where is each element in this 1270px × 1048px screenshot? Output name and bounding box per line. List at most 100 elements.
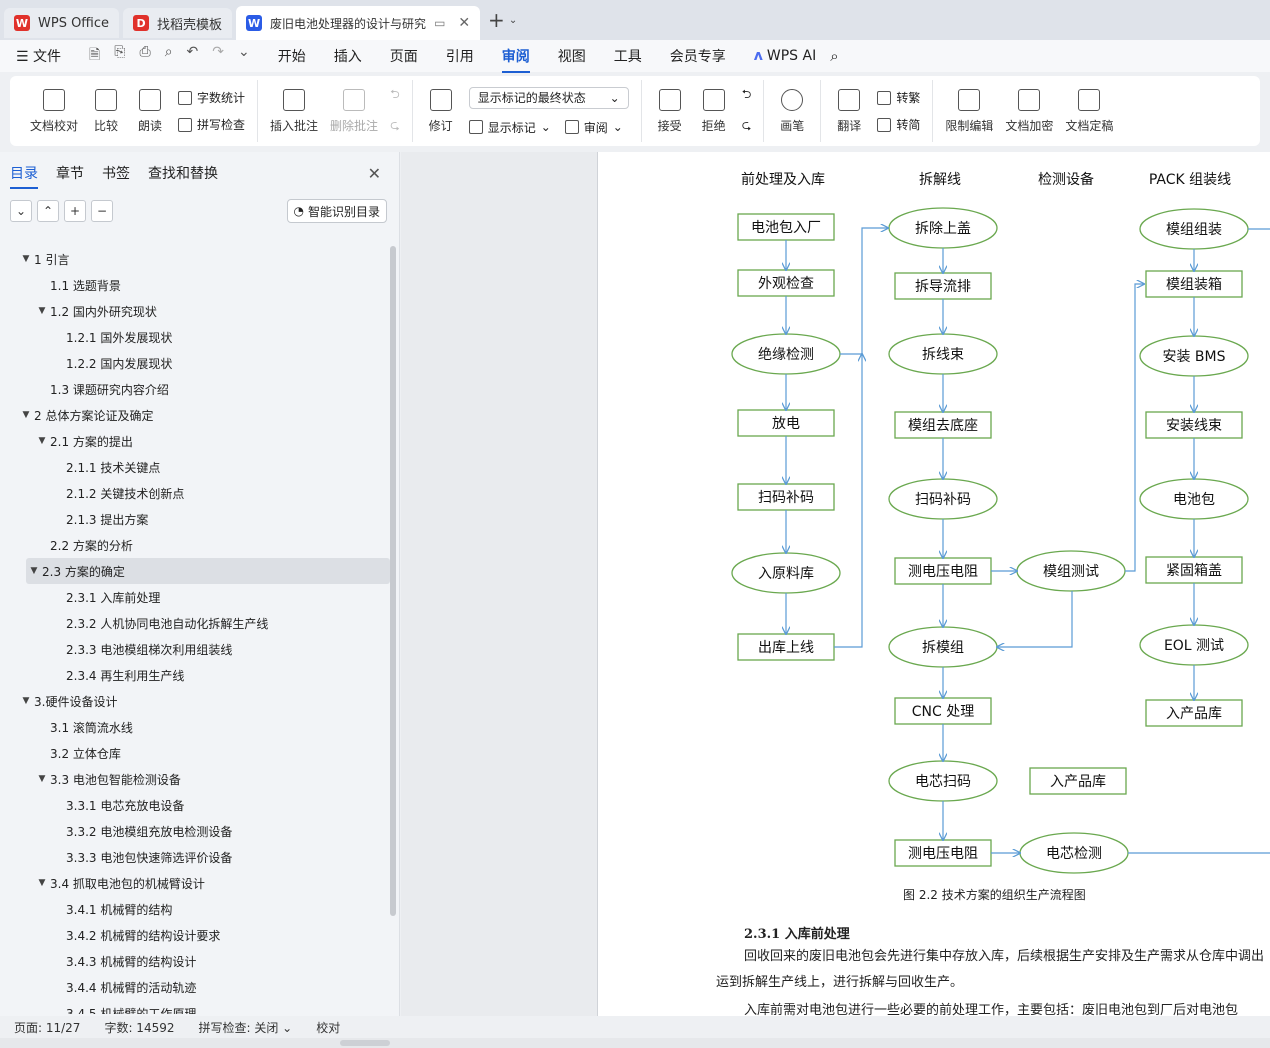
review-pane-button[interactable]: 审阅 ⌄ [564,119,623,136]
prev-change-icon[interactable]: ⮌ [742,85,752,106]
finalize-button[interactable]: 文档定稿 [1059,80,1119,142]
insert-comment-button[interactable]: 插入批注 [264,80,324,142]
toc-item[interactable]: 1.2.1 国外发展现状 [0,324,390,350]
toc-item[interactable]: 2.3.2 人机协同电池自动化拆解生产线 [0,610,390,636]
remove-heading-icon[interactable]: − [91,200,113,222]
toc-item[interactable]: 2.1.2 关键技术创新点 [0,480,390,506]
proof-status[interactable]: 校对 [316,1019,340,1036]
more-icon[interactable]: ⌄ [238,44,250,68]
expand-triangle-icon[interactable]: ▼ [34,878,50,888]
toc-item[interactable]: 2.3.4 再生利用生产线 [0,662,390,688]
toc-item[interactable]: ▼ 2.3 方案的确定 [26,558,390,584]
word-count-button[interactable]: 字数统计 [178,89,245,106]
menu-view[interactable]: 视图 [558,46,586,66]
toc-item[interactable]: 2.3.3 电池模组梯次利用组装线 [0,636,390,662]
toc-item[interactable]: 1.3 课题研究内容介绍 [0,376,390,402]
file-menu[interactable]: ☰ 文件 [16,46,61,66]
nav-tab-find-replace[interactable]: 查找和替换 [148,163,218,183]
accept-button[interactable]: 接受 [648,80,692,142]
reject-button[interactable]: 拒绝 [692,80,736,142]
menu-page[interactable]: 页面 [390,46,418,66]
toc-item[interactable]: 3.4.5 机械臂的工作原理 [0,1000,390,1015]
toc-item[interactable]: 3.3.3 电池包快速筛选评价设备 [0,844,390,870]
toc-item[interactable]: ▼ 1 引言 [0,246,390,272]
word-count[interactable]: 字数: 14592 [104,1019,174,1036]
save-icon[interactable]: 🗎 [89,44,100,68]
collapse-icon[interactable]: ⌄ [10,200,32,222]
menu-references[interactable]: 引用 [446,46,474,66]
show-markup-button[interactable]: 显示标记 ⌄ [468,119,551,136]
toc-item[interactable]: ▼ 2.1 方案的提出 [0,428,390,454]
toc-item[interactable]: ▼ 3.4 抓取电池包的机械臂设计 [0,870,390,896]
read-aloud-button[interactable]: 朗读 [128,80,172,142]
undo-icon[interactable]: ↶ [187,44,199,68]
menu-insert[interactable]: 插入 [334,46,362,66]
toc-item[interactable]: 3.4.3 机械臂的结构设计 [0,948,390,974]
toc-item[interactable]: ▼ 3.硬件设备设计 [0,688,390,714]
wps-ai-button[interactable]: ʌ WPS AI [754,48,816,64]
toc-item[interactable]: ▼ 3.3 电池包智能检测设备 [0,766,390,792]
expand-triangle-icon[interactable]: ▼ [18,254,34,264]
preview-icon[interactable]: ⌕ [165,44,173,68]
expand-triangle-icon[interactable]: ▼ [34,774,50,784]
toc-item[interactable]: 3.3.1 电芯充放电设备 [0,792,390,818]
nav-tab-bookmarks[interactable]: 书签 [102,163,130,183]
toc-item[interactable]: 1.1 选题背景 [0,272,390,298]
prev-comment-icon[interactable]: ⮌ [390,85,400,106]
search-icon[interactable]: ⌕ [830,47,838,65]
expand-icon[interactable]: ⌃ [37,200,59,222]
menu-membership[interactable]: 会员专享 [670,46,726,66]
compare-button[interactable]: 比较 [84,80,128,142]
menu-home[interactable]: 开始 [278,46,306,66]
smart-toc-button[interactable]: ◔ 智能识别目录 [286,199,387,223]
close-panel-icon[interactable]: ✕ [368,164,381,183]
toc-item[interactable]: ▼ 2 总体方案论证及确定 [0,402,390,428]
horizontal-scrollbar[interactable] [0,1038,1270,1048]
scroll-thumb[interactable] [340,1040,390,1046]
toc-item[interactable]: 1.2.2 国内发展现状 [0,350,390,376]
track-changes-button[interactable]: 修订 [419,80,463,142]
markup-state-select[interactable]: 显示标记的最终状态 ⌄ [468,86,629,109]
expand-triangle-icon[interactable]: ▼ [26,566,42,576]
doc-check-button[interactable]: 文档校对 [24,80,84,142]
toc-item[interactable]: 3.2 立体仓库 [0,740,390,766]
expand-triangle-icon[interactable]: ▼ [34,306,50,316]
export-icon[interactable]: ⎘ [114,44,125,68]
tab-template[interactable]: D 找稻壳模板 [123,8,233,38]
toc-scrollbar[interactable] [390,246,396,916]
new-tab-button[interactable]: + ⌄ [488,8,517,32]
expand-triangle-icon[interactable]: ▼ [18,410,34,420]
print-icon[interactable]: ⎙ [139,44,150,68]
toc-item[interactable]: 2.2 方案的分析 [0,532,390,558]
menu-review[interactable]: 审阅 [501,46,530,73]
tab-document[interactable]: W 废旧电池处理器的设计与研究 ▭ ✕ [236,6,481,40]
toc-item[interactable]: 2.1.1 技术关键点 [0,454,390,480]
toc-item[interactable]: ▼ 1.2 国内外研究现状 [0,298,390,324]
pen-button[interactable]: 画笔 [770,80,814,142]
page-indicator[interactable]: 页面: 11/27 [14,1019,80,1036]
toc-item[interactable]: 3.1 滚筒流水线 [0,714,390,740]
translate-button[interactable]: 翻译 [827,80,871,142]
monitor-icon[interactable]: ▭ [434,16,445,30]
tab-wps-office[interactable]: W WPS Office [4,8,120,38]
toc-item[interactable]: 2.1.3 提出方案 [0,506,390,532]
restrict-edit-button[interactable]: 限制编辑 [939,80,999,142]
next-change-icon[interactable]: ⮎ [742,116,752,137]
menu-tools[interactable]: 工具 [614,46,642,66]
delete-comment-button[interactable]: 删除批注 [324,80,384,142]
next-comment-icon[interactable]: ⮎ [390,116,400,137]
nav-tab-toc[interactable]: 目录 [10,163,38,189]
spell-check-button[interactable]: 拼写检查 [178,116,245,133]
toc-item[interactable]: 3.4.1 机械臂的结构 [0,896,390,922]
add-heading-icon[interactable]: + [64,200,86,222]
encrypt-button[interactable]: 文档加密 [999,80,1059,142]
spell-check-status[interactable]: 拼写检查: 关闭 ⌄ [199,1019,293,1036]
expand-triangle-icon[interactable]: ▼ [18,696,34,706]
nav-tab-chapters[interactable]: 章节 [56,163,84,183]
toc-item[interactable]: 2.3.1 入库前处理 [0,584,390,610]
redo-icon[interactable]: ↷ [212,44,224,68]
close-tab-icon[interactable]: ✕ [458,15,470,31]
toc-item[interactable]: 3.3.2 电池模组充放电检测设备 [0,818,390,844]
toc-item[interactable]: 3.4.2 机械臂的结构设计要求 [0,922,390,948]
to-simplified-button[interactable]: 转简 [877,116,920,133]
